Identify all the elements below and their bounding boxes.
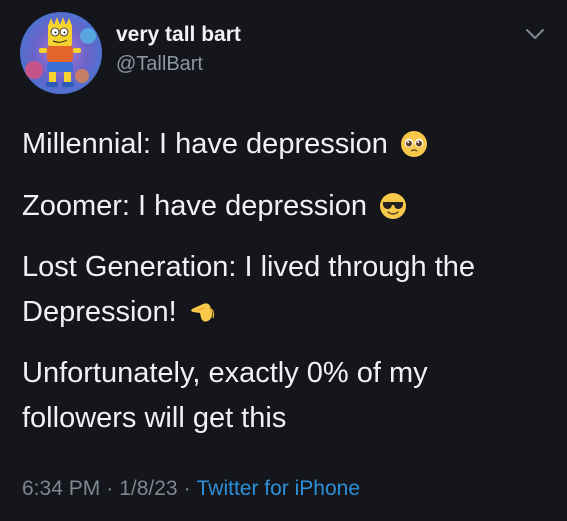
tweet-text: Millennial: I have depression (22, 128, 388, 160)
tweet-line: Zoomer: I have depression (22, 186, 407, 226)
tweet-source-link[interactable]: Twitter for iPhone (197, 477, 360, 500)
tweet-text: Depression! (22, 296, 177, 328)
separator: · (183, 477, 191, 500)
author-names: very tall bart @TallBart (116, 20, 241, 78)
user-handle[interactable]: @TallBart (116, 50, 241, 78)
tweet-line: Lost Generation: I lived through the (22, 247, 475, 287)
tweet-text: Unfortunately, exactly 0% of my (22, 357, 428, 389)
tweet-card: very tall bart @TallBart Millennial: I h… (0, 0, 567, 521)
tweet-date[interactable]: 1/8/23 (119, 477, 177, 500)
avatar[interactable] (20, 12, 102, 94)
sunglasses-face-icon (379, 192, 407, 220)
pleading-face-icon (400, 130, 428, 158)
chevron-down-icon[interactable] (524, 26, 546, 42)
tweet-line: Millennial: I have depression (22, 124, 428, 164)
tweet-time[interactable]: 6:34 PM (22, 477, 100, 500)
saluting-hand-icon (189, 298, 217, 326)
bart-avatar-icon (20, 12, 102, 94)
tweet-line: followers will get this (22, 398, 286, 438)
tweet-line: Depression! (22, 292, 217, 332)
tweet-text: Zoomer: I have depression (22, 190, 367, 222)
tweet-line: Unfortunately, exactly 0% of my (22, 353, 428, 393)
tweet-text: followers will get this (22, 402, 287, 434)
separator: · (106, 477, 114, 500)
tweet-text: Lost Generation: I lived through the (22, 251, 476, 283)
display-name[interactable]: very tall bart (116, 20, 241, 50)
tweet-meta: 6:34 PM · 1/8/23 · Twitter for iPhone (22, 474, 360, 504)
